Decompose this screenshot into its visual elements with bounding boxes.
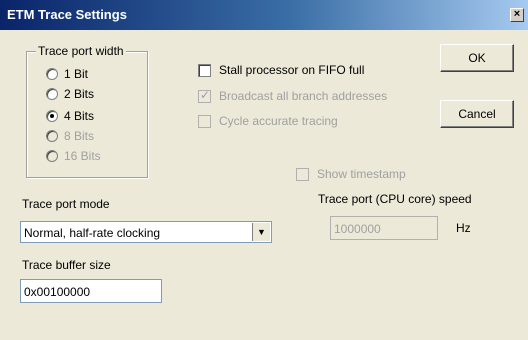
cancel-button[interactable]: Cancel xyxy=(440,100,514,128)
trace-port-width-title: Trace port width xyxy=(36,44,126,58)
trace-port-speed-label: Trace port (CPU core) speed xyxy=(318,192,472,206)
checkbox-label: Broadcast all branch addresses xyxy=(219,89,388,103)
trace-port-speed-value: 1000000 xyxy=(334,222,381,236)
ok-button-label: OK xyxy=(468,51,486,65)
radio-label: 16 Bits xyxy=(64,149,101,163)
radio-8-bits[interactable]: 8 Bits xyxy=(46,128,94,144)
broadcast-branch-checkbox[interactable]: Broadcast all branch addresses xyxy=(198,88,387,104)
radio-16-bits[interactable]: 16 Bits xyxy=(46,148,101,164)
cycle-accurate-checkbox[interactable]: Cycle accurate tracing xyxy=(198,113,338,129)
trace-port-mode-label: Trace port mode xyxy=(22,197,110,211)
checkbox-label: Cycle accurate tracing xyxy=(219,114,338,128)
checkbox-label: Stall processor on FIFO full xyxy=(219,63,365,77)
checkbox-label: Show timestamp xyxy=(317,167,406,181)
radio-2-bits[interactable]: 2 Bits xyxy=(46,86,94,102)
radio-circle xyxy=(46,68,58,80)
radio-circle-checked xyxy=(46,110,58,122)
ok-button[interactable]: OK xyxy=(440,44,514,72)
chevron-down-icon[interactable]: ▼ xyxy=(252,223,270,241)
checkbox-box-checked xyxy=(198,88,211,103)
checkbox-box xyxy=(296,167,309,181)
trace-port-speed-input[interactable]: 1000000 xyxy=(330,216,438,240)
stall-processor-checkbox[interactable]: Stall processor on FIFO full xyxy=(198,62,364,78)
window-title: ETM Trace Settings xyxy=(7,7,127,22)
radio-1-bit[interactable]: 1 Bit xyxy=(46,66,88,82)
radio-circle xyxy=(46,130,58,142)
radio-label: 2 Bits xyxy=(64,87,95,101)
cancel-button-label: Cancel xyxy=(458,107,496,121)
radio-label: 8 Bits xyxy=(64,129,95,143)
radio-circle xyxy=(46,150,58,162)
etm-trace-settings-dialog: ETM Trace Settings × Trace port width 1 … xyxy=(0,0,528,340)
radio-label: 4 Bits xyxy=(64,109,95,123)
radio-circle xyxy=(46,88,58,100)
radio-label: 1 Bit xyxy=(64,67,89,81)
trace-port-speed-unit: Hz xyxy=(456,221,471,235)
trace-port-mode-value: Normal, half-rate clocking xyxy=(24,226,161,240)
checkbox-box xyxy=(198,63,211,77)
checkbox-box xyxy=(198,114,211,128)
trace-buffer-size-label: Trace buffer size xyxy=(22,258,111,272)
title-bar: ETM Trace Settings × xyxy=(0,0,528,30)
close-icon: × xyxy=(513,8,521,20)
trace-port-mode-select[interactable]: Normal, half-rate clocking ▼ xyxy=(20,221,272,243)
close-button[interactable]: × xyxy=(510,8,524,22)
trace-buffer-size-value: 0x00100000 xyxy=(24,285,91,299)
show-timestamp-checkbox[interactable]: Show timestamp xyxy=(296,166,406,182)
radio-4-bits[interactable]: 4 Bits xyxy=(46,108,94,124)
trace-buffer-size-input[interactable]: 0x00100000 xyxy=(20,279,162,303)
